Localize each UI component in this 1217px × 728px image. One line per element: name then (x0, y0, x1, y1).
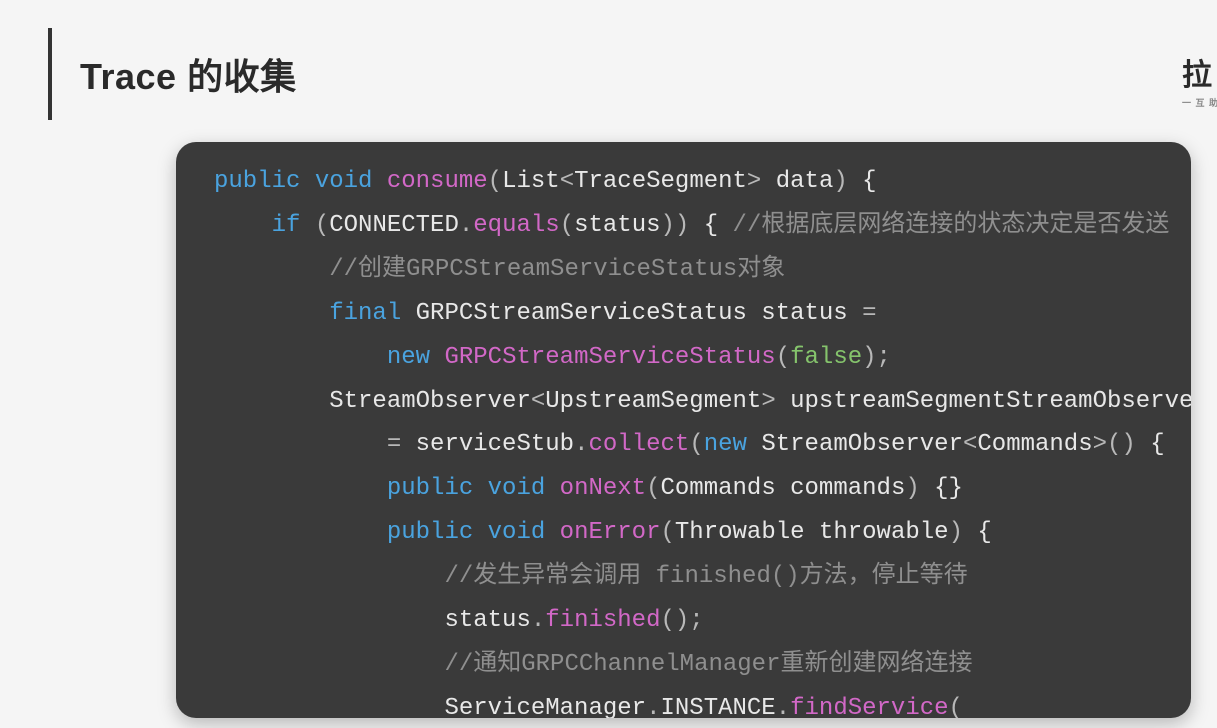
brand-main: 拉 (1182, 50, 1217, 94)
brand-subtitle: 一 互 助 (1182, 96, 1217, 109)
title-accent-bar (48, 28, 52, 120)
code-block: public void consume(List<TraceSegment> d… (176, 142, 1191, 718)
slide-title: Trace 的收集 (80, 48, 297, 100)
slide-title-wrap: Trace 的收集 (48, 28, 297, 120)
code-pre: public void consume(List<TraceSegment> d… (214, 160, 1153, 718)
brand-logo: 拉 一 互 助 (1182, 50, 1217, 109)
